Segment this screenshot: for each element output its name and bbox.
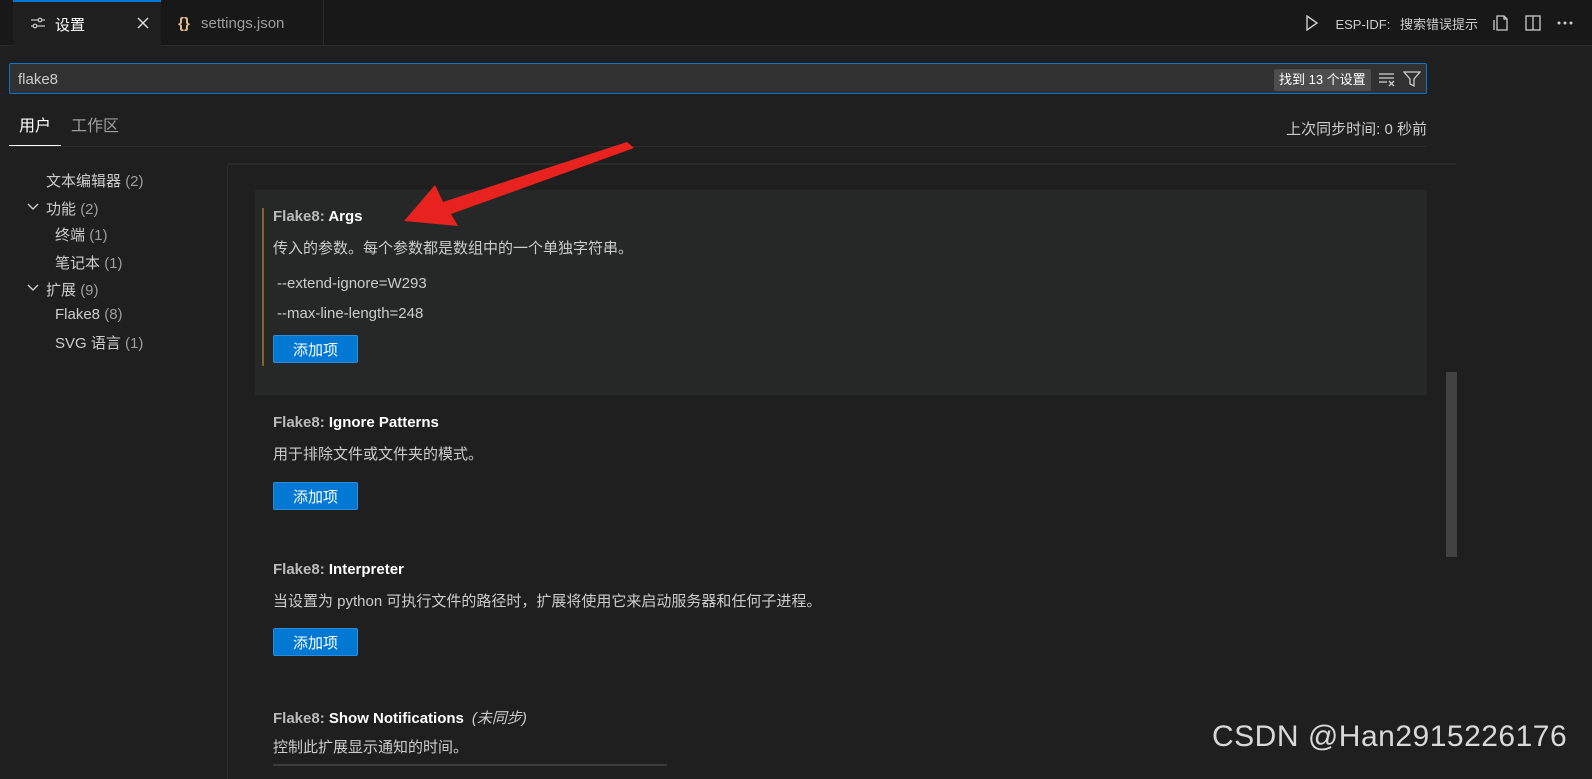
tab-workspace-settings[interactable]: 工作区 (71, 110, 119, 146)
toc-item-count: (9) (80, 282, 99, 299)
toc-item-count: (8) (104, 306, 123, 323)
tab-user-settings[interactable]: 用户 (9, 110, 61, 146)
add-item-button[interactable]: 添加项 (273, 335, 358, 363)
toc-item-svg-language[interactable]: SVG 语言 (1) (55, 332, 143, 353)
setting-category: Flake8: (273, 561, 329, 578)
settings-search-input[interactable] (18, 68, 1218, 90)
open-settings-json-icon[interactable] (1492, 14, 1510, 32)
setting-flake8-interpreter[interactable]: Flake8: Interpreter 当设置为 python 可执行文件的路径… (255, 542, 1427, 687)
clear-search-icon[interactable] (1378, 71, 1396, 92)
toc-item-label: 笔记本 (55, 255, 101, 272)
toc-item-terminal[interactable]: 终端 (1) (55, 224, 108, 245)
divider (228, 163, 1456, 165)
esp-idf-action: 搜索错误提示 (1399, 16, 1478, 32)
json-braces-icon: {} (178, 14, 190, 32)
not-synced-note: (未同步) (471, 710, 527, 727)
setting-flake8-args[interactable]: Flake8: Args 传入的参数。每个参数都是数组中的一个单独字符串。 --… (255, 190, 1427, 395)
toc-item-notebook[interactable]: 笔记本 (1) (55, 252, 123, 273)
add-item-button[interactable]: 添加项 (273, 482, 358, 510)
setting-name: Args (328, 208, 363, 225)
toc-item-count: (2) (80, 201, 99, 218)
close-icon[interactable] (135, 15, 151, 31)
editor-tab-bar: 设置 {} settings.json ESP-IDF: 搜索错误提示 (0, 0, 1592, 46)
toc-item-label: 终端 (55, 227, 86, 244)
split-editor-icon[interactable] (1524, 14, 1542, 32)
toc-item-extensions[interactable]: 扩展 (9) (46, 279, 99, 300)
divider (227, 165, 228, 779)
last-sync-time: 上次同步时间: 0 秒前 (1286, 121, 1427, 138)
toc-item-label: SVG 语言 (55, 335, 121, 352)
setting-name: Show Notifications (328, 710, 464, 727)
chevron-down-icon[interactable] (26, 200, 40, 214)
toc-item-label: 文本编辑器 (46, 173, 122, 190)
setting-name: Ignore Patterns (328, 414, 439, 431)
chevron-down-icon[interactable] (26, 281, 40, 295)
setting-category: Flake8: (273, 414, 329, 431)
setting-title: Flake8: Interpreter (273, 561, 404, 578)
tab-label: settings.json (201, 14, 285, 32)
toc-item-features[interactable]: 功能 (2) (46, 198, 99, 219)
filter-icon[interactable] (1402, 70, 1422, 93)
setting-name: Interpreter (328, 561, 404, 578)
setting-title: Flake8: Ignore Patterns (273, 414, 439, 431)
list-item[interactable]: --max-line-length=248 (277, 305, 423, 322)
editor-actions: ESP-IDF: 搜索错误提示 (1303, 0, 1574, 46)
toc-item-count: (1) (89, 227, 108, 244)
tab-settings[interactable]: 设置 (13, 0, 161, 46)
setting-title: Flake8: Show Notifications (未同步) (273, 707, 527, 728)
toc-item-count: (1) (125, 335, 144, 352)
setting-description: 传入的参数。每个参数都是数组中的一个单独字符串。 (273, 240, 634, 257)
settings-sliders-icon (29, 16, 47, 33)
setting-description: 控制此扩展显示通知的时间。 (273, 739, 469, 756)
more-actions-icon[interactable] (1556, 14, 1574, 32)
toc-item-label: Flake8 (55, 306, 101, 323)
run-icon[interactable] (1303, 14, 1321, 32)
esp-idf-search-error-hint[interactable]: ESP-IDF: 搜索错误提示 (1335, 14, 1478, 33)
toc-item-label: 功能 (46, 201, 77, 218)
tab-settings-json[interactable]: {} settings.json (162, 0, 324, 46)
settings-search-box: 找到 13 个设置 (9, 63, 1427, 94)
search-result-count: 找到 13 个设置 (1274, 69, 1371, 91)
toc-item-label: 扩展 (46, 282, 77, 299)
esp-idf-label: ESP-IDF: (1335, 16, 1391, 32)
toc-item-count: (1) (104, 255, 123, 272)
watermark: CSDN @Han2915226176 (1212, 720, 1568, 753)
list-item[interactable]: --extend-ignore=W293 (277, 275, 427, 292)
setting-flake8-ignore-patterns[interactable]: Flake8: Ignore Patterns 用于排除文件或文件夹的模式。 添… (255, 396, 1427, 541)
setting-description: 用于排除文件或文件夹的模式。 (273, 446, 484, 463)
setting-title: Flake8: Args (273, 208, 363, 225)
add-item-button[interactable]: 添加项 (273, 628, 358, 656)
setting-description: 当设置为 python 可执行文件的路径时，扩展将使用它来启动服务器和任何子进程… (273, 593, 822, 610)
toc-item-text-editor[interactable]: 文本编辑器 (2) (46, 170, 144, 191)
tab-label: 设置 (55, 16, 86, 34)
setting-category: Flake8: (273, 710, 329, 727)
focus-indicator (262, 208, 264, 366)
scrollbar-thumb[interactable] (1446, 372, 1457, 557)
dropdown-select-partial[interactable] (273, 764, 667, 766)
toc-item-count: (2) (125, 173, 144, 190)
divider (9, 146, 1427, 147)
toc-item-flake8[interactable]: Flake8 (8) (55, 306, 123, 323)
setting-category: Flake8: (273, 208, 329, 225)
